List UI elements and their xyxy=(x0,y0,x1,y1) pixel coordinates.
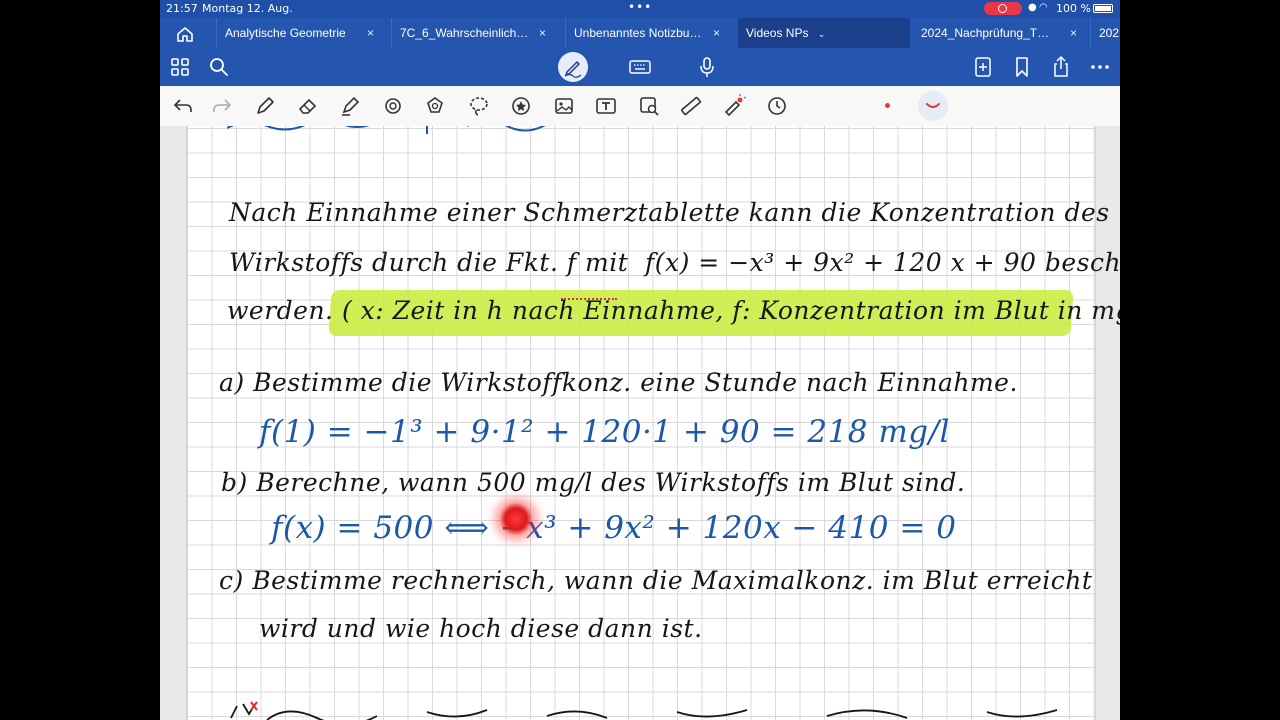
redo-icon[interactable] xyxy=(210,94,234,118)
keyboard-icon[interactable] xyxy=(627,54,653,80)
status-date: Montag 12. Aug. xyxy=(202,2,293,15)
color-swatch-red[interactable] xyxy=(885,103,890,108)
mic-indicator-icon: ● xyxy=(1028,2,1037,13)
add-page-icon[interactable] xyxy=(970,54,996,80)
notebook-page[interactable]: Nach Einnahme einer Schmerztablette kann… xyxy=(186,126,1120,720)
pen-icon[interactable] xyxy=(253,94,277,118)
ruler-icon[interactable] xyxy=(679,94,703,118)
cutoff-handwriting xyxy=(227,126,546,134)
tab-nachpruefung[interactable]: 2024_Nachprüfung_T… × xyxy=(913,18,1085,48)
close-icon[interactable]: × xyxy=(1070,18,1077,48)
close-icon[interactable]: × xyxy=(713,18,720,48)
task-c-question-1: c) Bestimme rechnerisch, wann die Maxima… xyxy=(219,566,1093,595)
pen-mode-button[interactable] xyxy=(558,52,588,82)
notebook-canvas[interactable]: Nach Einnahme einer Schmerztablette kann… xyxy=(160,126,1120,720)
elements-icon[interactable] xyxy=(423,94,447,118)
microphone-icon[interactable] xyxy=(694,54,720,80)
note-line-1: Nach Einnahme einer Schmerztablette kann… xyxy=(229,198,1110,227)
drawing-tools-bar xyxy=(160,86,1120,127)
shape-icon[interactable] xyxy=(381,94,405,118)
wifi-icon: ◠ xyxy=(1039,2,1048,13)
undo-icon[interactable] xyxy=(171,94,195,118)
bookmark-icon[interactable] xyxy=(1009,54,1035,80)
laser-pointer-dot xyxy=(499,502,533,536)
sticker-icon[interactable] xyxy=(509,94,533,118)
battery-percent: 100 % xyxy=(1056,2,1091,15)
stroke-preview-icon xyxy=(926,103,940,108)
grid-icon[interactable] xyxy=(167,54,193,80)
search-icon[interactable] xyxy=(206,54,232,80)
image-icon[interactable] xyxy=(552,94,576,118)
note-line-3: werden. ( x: Zeit in h nach Einnahme, f:… xyxy=(227,296,1120,325)
tab-wahrscheinlichkeit[interactable]: 7C_6_Wahrscheinlich… × xyxy=(391,18,554,48)
battery-icon xyxy=(1093,4,1113,13)
textbox-icon[interactable] xyxy=(594,94,618,118)
share-icon[interactable] xyxy=(1048,54,1074,80)
status-bar: 21:57 Montag 12. Aug. ••• ● ◠ 100 % xyxy=(160,0,1120,18)
pen-mode-icon xyxy=(564,61,582,78)
multitasking-dots[interactable]: ••• xyxy=(628,0,652,14)
more-icon[interactable] xyxy=(1087,54,1113,80)
eraser-icon[interactable] xyxy=(296,94,320,118)
note-line-2a: Wirkstoffs durch die Fkt. f mit xyxy=(229,248,629,277)
image-search-icon[interactable] xyxy=(637,94,661,118)
ipad-screen: 21:57 Montag 12. Aug. ••• ● ◠ 100 % Anal… xyxy=(160,0,1120,720)
task-a-answer: f(1) = −1³ + 9·1² + 120·1 + 90 = 218 mg/… xyxy=(259,414,950,450)
selected-color-swatch[interactable] xyxy=(918,91,948,121)
task-c-question-2: wird und wie hoch diese dann ist. xyxy=(259,614,703,643)
lasso-icon[interactable] xyxy=(467,94,491,118)
tab-unbenanntes-notizbuch[interactable]: Unbenanntes Notizbu… × xyxy=(565,18,728,48)
note-function-definition: f(x) = −x³ + 9x² + 120 x + 90 beschriebe… xyxy=(645,248,1120,277)
task-b-question: b) Berechne, wann 500 mg/l des Wirkstoff… xyxy=(221,468,966,497)
highlighter-icon[interactable] xyxy=(338,94,362,118)
timer-icon[interactable] xyxy=(765,94,789,118)
close-icon[interactable]: × xyxy=(367,18,374,48)
close-icon[interactable]: × xyxy=(539,18,546,48)
laser-pointer-icon[interactable] xyxy=(722,94,746,118)
main-toolbar xyxy=(160,48,1120,86)
task-b-answer: f(x) = 500 ⟺ −x³ + 9x² + 120x − 410 = 0 xyxy=(271,510,957,546)
tab-partial[interactable]: 202 xyxy=(1090,18,1120,48)
home-icon[interactable] xyxy=(172,24,198,44)
tab-bar: Analytische Geometrie × 7C_6_Wahrscheinl… xyxy=(160,18,1120,48)
tab-videos-nps[interactable]: Videos NPs ⌄ xyxy=(738,18,910,48)
task-a-question: a) Bestimme die Wirkstoffkonz. eine Stun… xyxy=(219,368,1018,397)
cutoff-handwriting-bottom xyxy=(230,701,1058,720)
tab-analytische-geometrie[interactable]: Analytische Geometrie × xyxy=(216,18,382,48)
chevron-down-icon[interactable]: ⌄ xyxy=(818,29,826,39)
status-time: 21:57 xyxy=(166,2,198,15)
screen-recording-icon[interactable] xyxy=(984,2,1022,15)
